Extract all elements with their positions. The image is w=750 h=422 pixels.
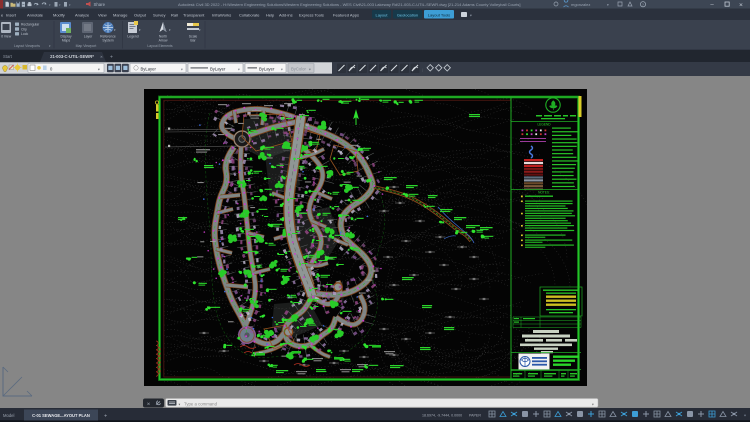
- svg-text:+: +: [110, 55, 113, 61]
- svg-text:Layout Elements: Layout Elements: [147, 44, 173, 48]
- svg-text:Geolocation: Geolocation: [397, 12, 418, 17]
- svg-text:?: ?: [642, 3, 644, 7]
- svg-text:ByColor: ByColor: [291, 67, 306, 72]
- svg-text:Survey: Survey: [153, 12, 165, 17]
- svg-text:Lock: Lock: [21, 32, 28, 36]
- svg-text:NOTES:: NOTES:: [538, 191, 550, 195]
- svg-text:Layout Tools: Layout Tools: [428, 12, 450, 17]
- svg-text:Add-ins: Add-ins: [279, 12, 293, 17]
- svg-text:ByLayer: ByLayer: [259, 67, 275, 72]
- svg-text:Transparent: Transparent: [183, 12, 205, 17]
- svg-text:InfraWorks: InfraWorks: [212, 12, 231, 17]
- svg-text:Type a command: Type a command: [184, 401, 218, 406]
- svg-text:✕: ✕: [100, 55, 103, 59]
- svg-text:✕: ✕: [739, 2, 743, 8]
- svg-text:Bar: Bar: [190, 38, 196, 42]
- svg-text:Rail: Rail: [171, 12, 178, 17]
- svg-text:▾: ▾: [592, 403, 594, 407]
- svg-text:21-003-C-UTIL-SEWR*: 21-003-C-UTIL-SEWR*: [50, 54, 94, 59]
- svg-text:Layout Viewports: Layout Viewports: [14, 44, 40, 48]
- svg-text:C-01 SEWAGE...AYOUT PLAN: C-01 SEWAGE...AYOUT PLAN: [32, 413, 90, 418]
- svg-text:View: View: [98, 12, 107, 17]
- svg-text:Maps: Maps: [62, 38, 71, 42]
- svg-text:▾: ▾: [607, 3, 609, 7]
- svg-text:System: System: [102, 38, 113, 42]
- svg-text:Rectangular: Rectangular: [21, 23, 40, 27]
- svg-text:▾: ▾: [98, 67, 100, 71]
- svg-text:Manage: Manage: [113, 12, 128, 17]
- svg-text:rt View: rt View: [1, 35, 12, 39]
- svg-text:Express Tools: Express Tools: [299, 12, 324, 17]
- svg-text:Map Viewport: Map Viewport: [76, 44, 97, 48]
- svg-text:▾: ▾: [309, 67, 311, 71]
- svg-text:Arrow: Arrow: [159, 38, 168, 42]
- svg-text:Legend: Legend: [127, 35, 138, 39]
- svg-text:Collaborate: Collaborate: [239, 12, 260, 17]
- svg-text:Share: Share: [94, 2, 106, 7]
- svg-text:Analyze: Analyze: [75, 12, 90, 17]
- svg-text:✕: ✕: [147, 402, 151, 407]
- svg-text:▾: ▾: [281, 67, 283, 71]
- svg-text:Clip: Clip: [21, 27, 27, 31]
- svg-text:ByLayer: ByLayer: [210, 67, 226, 72]
- svg-text:LEGEND: LEGEND: [537, 123, 551, 127]
- svg-text:Help: Help: [266, 12, 275, 17]
- svg-text:+: +: [104, 414, 107, 420]
- svg-text:Model: Model: [3, 413, 14, 418]
- svg-text:▾: ▾: [744, 414, 746, 418]
- svg-text:▾: ▾: [179, 403, 181, 407]
- svg-text:Autodesk Civil 3D 2022 - H:\: Autodesk Civil 3D 2022 - H:\Western Engi…: [178, 2, 520, 7]
- svg-text:PAPER: PAPER: [469, 414, 481, 418]
- svg-text:Output: Output: [134, 12, 147, 17]
- svg-text:Layout: Layout: [375, 12, 388, 17]
- svg-text:mgonzalez: mgonzalez: [571, 2, 590, 7]
- svg-text:Modify: Modify: [53, 12, 65, 17]
- svg-text:Layer: Layer: [84, 35, 93, 39]
- svg-text:|: |: [422, 67, 423, 72]
- svg-text:18.6974, -9.7444, 0.0000: 18.6974, -9.7444, 0.0000: [422, 414, 462, 418]
- svg-text:Insert: Insert: [6, 12, 17, 17]
- svg-text:ByLayer: ByLayer: [141, 67, 157, 72]
- svg-text:Annotate: Annotate: [27, 12, 44, 17]
- svg-text:Start: Start: [3, 54, 13, 59]
- svg-text:▾: ▾: [238, 67, 240, 71]
- svg-text:▾: ▾: [470, 13, 472, 17]
- svg-text:▾: ▾: [181, 67, 183, 71]
- svg-text:Featured Apps: Featured Apps: [333, 12, 359, 17]
